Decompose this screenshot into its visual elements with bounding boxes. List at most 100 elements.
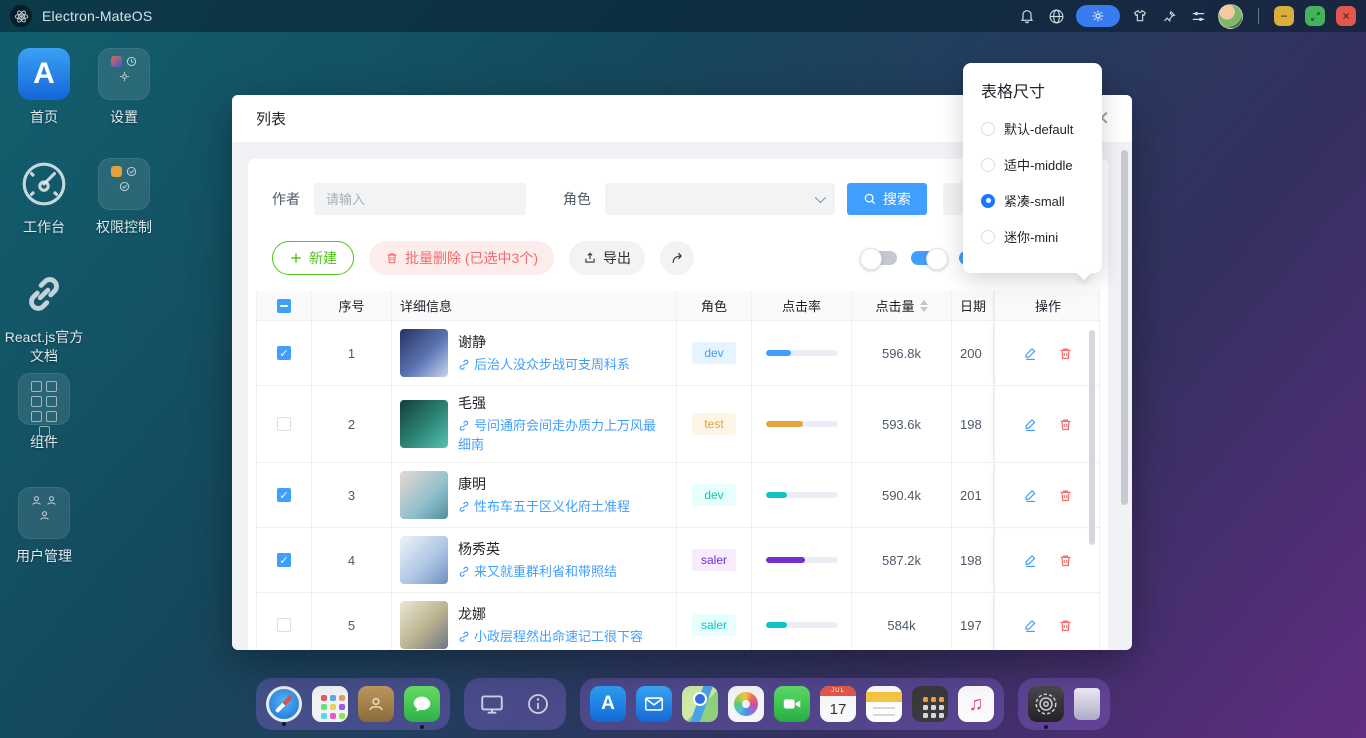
row-link[interactable]: 号问通府会间走办质力上万风最细南 <box>458 416 668 454</box>
notes-icon[interactable] <box>866 686 902 722</box>
edit-button[interactable] <box>1023 488 1038 503</box>
table-size-option[interactable]: 默认-default <box>981 119 1102 138</box>
row-avatar <box>400 601 448 649</box>
row-checkbox[interactable] <box>277 417 291 431</box>
row-name: 毛强 <box>458 394 668 413</box>
appstore-dock-icon[interactable]: A <box>590 686 626 722</box>
preferences-sliders-icon[interactable] <box>1189 7 1207 25</box>
safari-icon[interactable] <box>266 686 302 722</box>
edit-pencil-icon <box>1023 553 1038 568</box>
author-input[interactable] <box>314 183 526 215</box>
batch-delete-button[interactable]: 批量删除 (已选中3个) <box>369 241 554 275</box>
col-header-role: 角色 <box>677 291 752 321</box>
desktop-icon-permissions[interactable]: 权限控制 <box>80 158 168 237</box>
dashboard-gauge-icon <box>18 158 70 210</box>
components-folder-icon <box>18 373 70 425</box>
radio-icon[interactable] <box>981 194 995 208</box>
radio-icon[interactable] <box>981 230 995 244</box>
pin-icon[interactable] <box>1160 7 1178 25</box>
role-tag: saler <box>692 549 736 571</box>
row-link[interactable]: 后治人没众步战可支周科系 <box>458 355 630 374</box>
row-detail-cell: 毛强 号问通府会间走办质力上万风最细南 <box>392 386 677 463</box>
edit-pencil-icon <box>1023 618 1038 633</box>
progress-bar <box>766 492 838 498</box>
info-icon[interactable] <box>520 686 556 722</box>
table-scrollbar[interactable] <box>1089 330 1095 545</box>
col-header-clicks[interactable]: 点击量 <box>852 291 952 321</box>
trash-icon <box>1058 618 1073 633</box>
calculator-icon[interactable] <box>912 686 948 722</box>
table-size-option[interactable]: 迷你-mini <box>981 227 1102 246</box>
system-settings-icon[interactable] <box>1028 686 1064 722</box>
row-detail-cell: 杨秀英 来又就重群利省和带照结 <box>392 528 677 593</box>
dock: A JUL 17 ♫ <box>0 678 1366 730</box>
maximize-button[interactable] <box>1305 6 1325 26</box>
row-checkbox[interactable] <box>277 488 291 502</box>
delete-button[interactable] <box>1058 553 1073 568</box>
desktop-icon-workbench[interactable]: 工作台 <box>0 158 88 237</box>
trash-icon[interactable] <box>1074 688 1100 720</box>
desktop-icon-user-management[interactable]: 用户管理 <box>0 487 88 566</box>
delete-button[interactable] <box>1058 488 1073 503</box>
notification-bell-icon[interactable] <box>1018 7 1036 25</box>
close-window-button[interactable]: × <box>1336 6 1356 26</box>
calendar-icon[interactable]: JUL 17 <box>820 686 856 722</box>
popover-options: 默认-default 适中-middle 紧凑-small 迷你-mini <box>981 119 1102 246</box>
delete-button[interactable] <box>1058 417 1073 432</box>
select-all-checkbox[interactable] <box>277 299 291 313</box>
facetime-icon[interactable] <box>774 686 810 722</box>
row-link[interactable]: 来又就重群利省和带照结 <box>458 562 617 581</box>
clicks-value: 590.4k <box>852 463 952 528</box>
table-size-option[interactable]: 紧凑-small <box>981 191 1102 210</box>
maps-icon[interactable] <box>682 686 718 722</box>
minimize-button[interactable]: − <box>1274 6 1294 26</box>
sort-carets-icon[interactable] <box>920 300 928 312</box>
topbar-divider <box>1258 8 1259 24</box>
mail-icon[interactable] <box>636 686 672 722</box>
edit-button[interactable] <box>1023 618 1038 633</box>
window-title: 列表 <box>256 108 286 129</box>
desktop-icon-components[interactable]: 组件 <box>0 373 88 452</box>
export-button[interactable]: 导出 <box>569 241 645 275</box>
launchpad-icon[interactable] <box>312 686 348 722</box>
row-checkbox[interactable] <box>277 618 291 632</box>
display-monitor-icon[interactable] <box>474 686 510 722</box>
radio-icon[interactable] <box>981 122 995 136</box>
progress-bar <box>766 421 838 427</box>
desktop-icon-settings[interactable]: 设置 <box>80 48 168 127</box>
row-link[interactable]: 小政层程然出命速记工很下容 <box>458 627 643 646</box>
share-button[interactable] <box>660 241 694 275</box>
language-globe-icon[interactable] <box>1047 7 1065 25</box>
edit-button[interactable] <box>1023 553 1038 568</box>
role-select[interactable] <box>605 183 835 215</box>
toggle-switch[interactable] <box>863 251 897 265</box>
edit-button[interactable] <box>1023 346 1038 361</box>
desktop-icon-home[interactable]: A 首页 <box>0 48 88 127</box>
row-detail-cell: 谢静 后治人没众步战可支周科系 <box>392 321 677 386</box>
new-button[interactable]: 新建 <box>272 241 354 275</box>
contacts-icon[interactable] <box>358 686 394 722</box>
toggle-switch[interactable] <box>911 251 945 265</box>
table-body: 1 谢静 后治人没众步战可支周科系 dev 596.8k 200 <box>257 321 1099 650</box>
search-button[interactable]: 搜索 <box>847 183 927 215</box>
settings-gear-toggle[interactable] <box>1076 5 1120 27</box>
user-avatar[interactable] <box>1218 4 1243 29</box>
table-row: 5 龙娜 小政层程然出命速记工很下容 saler 584k 197 <box>257 593 1099 650</box>
edit-button[interactable] <box>1023 417 1038 432</box>
link-icon <box>458 631 470 643</box>
row-checkbox[interactable] <box>277 346 291 360</box>
desktop-icon-react-docs[interactable]: React.js官方文档 <box>0 268 88 366</box>
row-checkbox[interactable] <box>277 553 291 567</box>
table-size-option[interactable]: 适中-middle <box>981 155 1102 174</box>
photos-icon[interactable] <box>728 686 764 722</box>
search-icon <box>863 192 877 206</box>
messages-icon[interactable] <box>404 686 440 722</box>
delete-button[interactable] <box>1058 618 1073 633</box>
theme-tshirt-icon[interactable] <box>1131 7 1149 25</box>
music-icon[interactable]: ♫ <box>958 686 994 722</box>
progress-bar <box>766 350 838 356</box>
modal-scrollbar[interactable] <box>1121 150 1128 505</box>
row-link[interactable]: 性布车五于区义化府土准程 <box>458 497 630 516</box>
radio-icon[interactable] <box>981 158 995 172</box>
delete-button[interactable] <box>1058 346 1073 361</box>
